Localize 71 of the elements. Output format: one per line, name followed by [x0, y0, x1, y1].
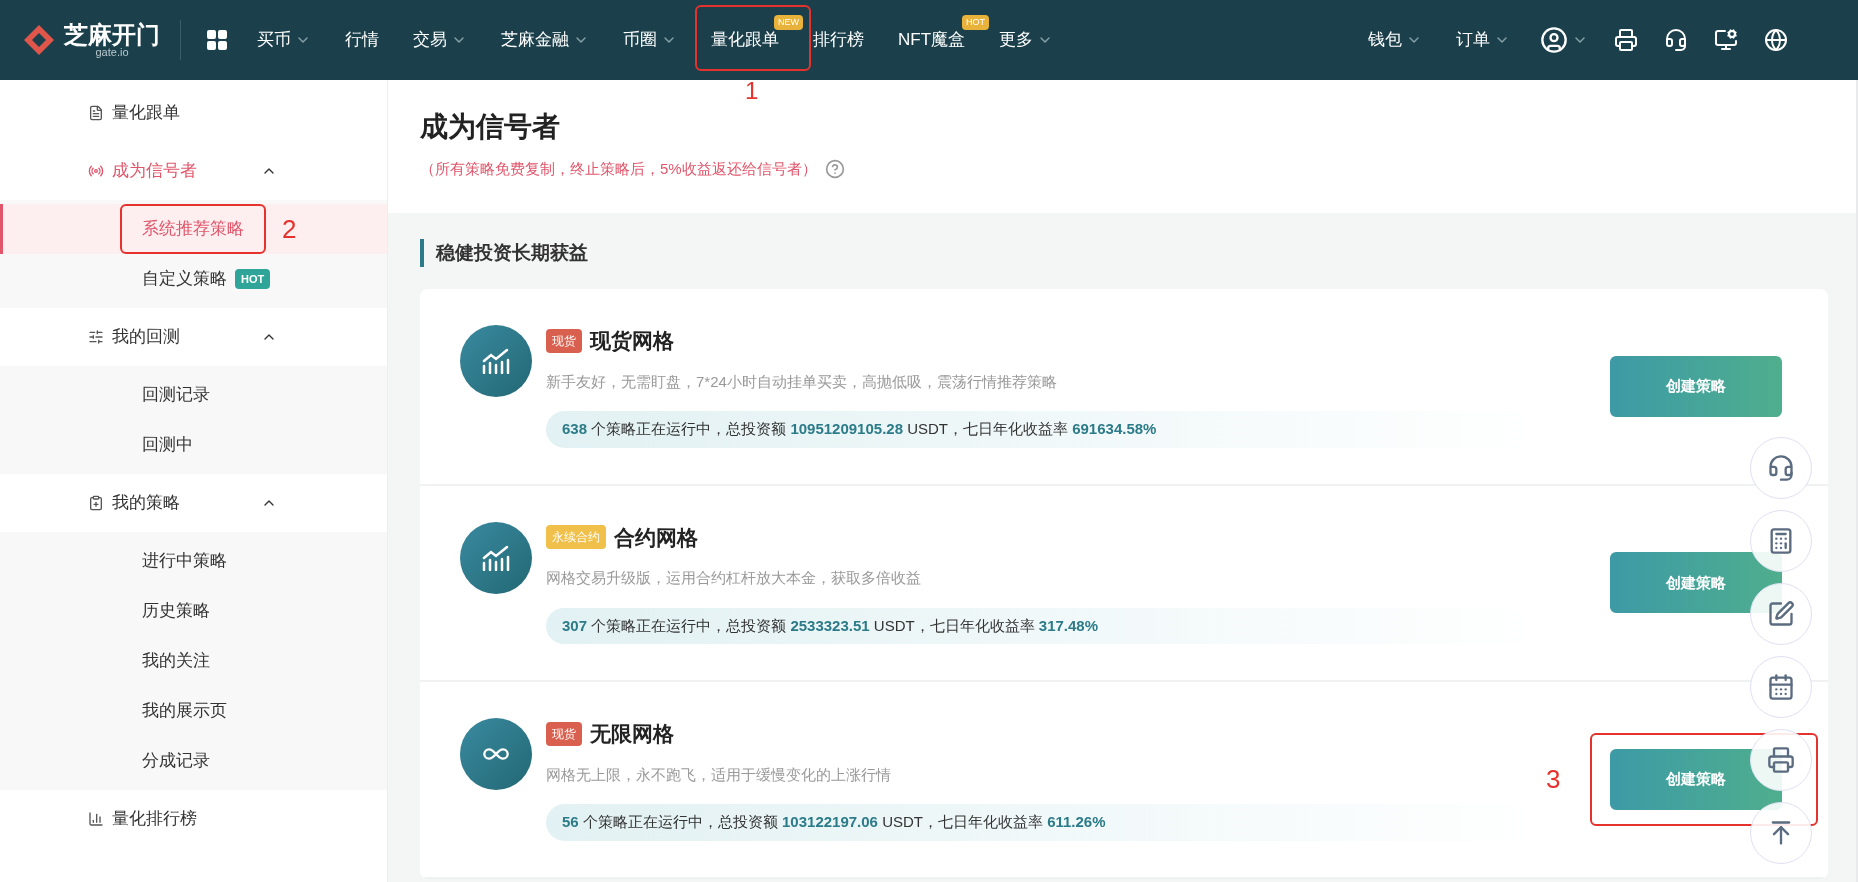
clipboard-icon: [88, 495, 104, 511]
apps-grid-icon[interactable]: [205, 28, 229, 52]
sidebar-subitem-label: 我的关注: [142, 650, 210, 673]
sidebar-subitem-label: 进行中策略: [142, 550, 227, 573]
headset-icon[interactable]: [1664, 28, 1688, 52]
strategy-title: 无限网格: [590, 721, 674, 747]
nav-item[interactable]: 更多: [995, 23, 1058, 57]
nav-item[interactable]: 排行榜: [809, 23, 868, 57]
headset-icon: [1767, 454, 1795, 482]
signal-icon: [88, 163, 104, 179]
logo-icon: [22, 23, 56, 57]
printer-icon[interactable]: [1614, 28, 1638, 52]
annotation-number: 1: [745, 79, 759, 104]
logo-text: 芝麻开门: [64, 22, 160, 47]
nav-item[interactable]: 买币: [253, 23, 315, 57]
sidebar-subitem-label: 我的展示页: [142, 700, 227, 723]
sidebar-subitem[interactable]: 进行中策略: [0, 536, 387, 586]
nav-item[interactable]: 芝麻金融: [497, 23, 593, 57]
sidebar-item[interactable]: 我的策略: [112, 490, 180, 516]
sidebar-item[interactable]: 量化跟单: [112, 100, 180, 126]
sliders-icon: [88, 329, 104, 345]
globe-icon[interactable]: [1764, 28, 1788, 52]
rising-chart-icon: [481, 348, 511, 374]
document-icon: [88, 105, 104, 121]
printer-icon: [1767, 746, 1795, 774]
help-icon[interactable]: [824, 159, 845, 180]
sidebar-subitem[interactable]: 回测中: [0, 420, 387, 470]
nav-badge: NEW: [774, 15, 803, 31]
strategy-tag: 永续合约: [546, 525, 606, 550]
bar-chart-icon: [88, 811, 104, 827]
nav-item[interactable]: 钱包: [1364, 23, 1426, 57]
sidebar-subitem-label: 回测中: [142, 434, 193, 457]
hot-badge: HOT: [235, 268, 271, 290]
sidebar-subitem-label: 历史策略: [142, 600, 210, 623]
sidebar-subitem[interactable]: 历史策略: [0, 586, 387, 636]
strategy-description: 新手友好，无需盯盘，7*24小时自动挂单买卖，高抛低吸，震荡行情推荐策略: [546, 371, 1058, 392]
sidebar-item[interactable]: 量化排行榜: [112, 806, 197, 832]
sidebar-subitem-label: 自定义策略: [142, 268, 227, 291]
logo-subtext: gate.io: [95, 46, 129, 58]
strategy-description: 网格交易升级版，运用合约杠杆放大本金，获取多倍收益: [546, 568, 922, 588]
nav-item[interactable]: 行情: [341, 23, 383, 57]
sidebar-subitem[interactable]: 分成记录: [0, 736, 387, 786]
nav-item[interactable]: 订单: [1452, 23, 1514, 57]
nav-badge: HOT: [962, 15, 990, 31]
annotation-number: 2: [282, 212, 297, 246]
sidebar-subitem[interactable]: 我的关注: [0, 636, 387, 686]
strategy-tag: 现货: [546, 721, 582, 746]
rising-chart-icon: [481, 544, 511, 571]
nav-item[interactable]: 交易: [409, 23, 471, 57]
strategy-tag: 现货: [546, 328, 582, 353]
sidebar-subitem[interactable]: 系统推荐策略 2: [0, 204, 387, 254]
page-title: 成为信号者: [420, 110, 561, 144]
sidebar-subitem[interactable]: 我的展示页: [0, 686, 387, 736]
strategy-title: 现货网格: [590, 328, 674, 354]
strategy-title: 合约网格: [614, 524, 698, 551]
sidebar-subitem-label: 系统推荐策略: [142, 216, 244, 242]
strategy-description: 网格无上限，永不跑飞，适用于缓慢变化的上涨行情: [546, 764, 892, 785]
section-title: 稳健投资长期获益: [420, 238, 1829, 267]
page-subtitle: （所有策略免费复制，终止策略后，5%收益返还给信号者）: [420, 159, 817, 179]
edit-icon: [1767, 600, 1795, 628]
calendar-icon: [1767, 673, 1795, 701]
sidebar-item[interactable]: 成为信号者: [112, 158, 197, 184]
sidebar-subitem[interactable]: 自定义策略 HOT: [0, 254, 387, 304]
sidebar-subitem[interactable]: 回测记录: [0, 370, 387, 420]
sidebar-subitem-label: 分成记录: [142, 750, 210, 773]
annotation-number: 3: [1546, 762, 1561, 796]
sidebar-item[interactable]: 我的回测: [112, 324, 180, 350]
monitor-settings-icon[interactable]: [1714, 28, 1738, 52]
sidebar-subitem-label: 回测记录: [142, 384, 210, 407]
user-avatar-icon[interactable]: [1540, 26, 1568, 54]
nav-item[interactable]: 币圈: [619, 23, 681, 57]
